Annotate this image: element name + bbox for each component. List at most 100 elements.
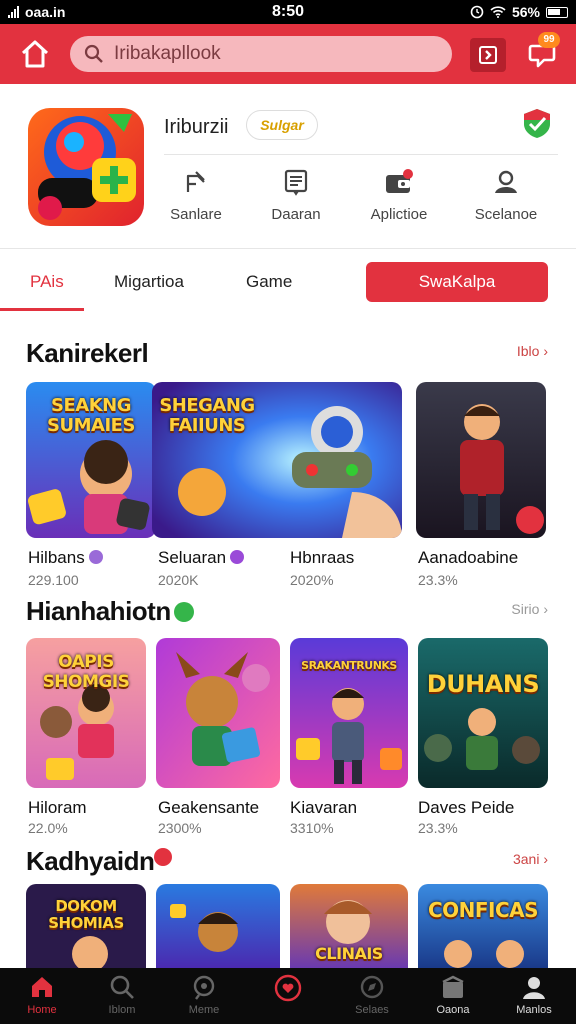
- scan-icon: [479, 46, 497, 64]
- home-icon: [32, 977, 52, 997]
- card-title[interactable]: Aanadoabine: [418, 548, 518, 568]
- cover-title: CLINAIS: [315, 944, 383, 963]
- subscribe-button[interactable]: SwaKalpa: [366, 262, 548, 302]
- card-title[interactable]: Hiloram: [28, 798, 87, 818]
- nav-label: Meme: [188, 1004, 220, 1016]
- share-icon: [186, 171, 205, 192]
- section-see-all-link[interactable]: 3ani ›: [513, 851, 548, 867]
- heart-icon: [274, 974, 302, 1002]
- nav-item-home[interactable]: Home: [2, 974, 82, 1016]
- chevron-right-icon: ›: [543, 601, 548, 617]
- nav-item-meme[interactable]: Meme: [164, 974, 244, 1016]
- tab-game[interactable]: Game: [246, 272, 292, 292]
- clock: 8:50: [271, 3, 305, 20]
- cover-title: DOKOM SHOMIAS: [48, 897, 124, 932]
- chevron-right-icon: ›: [543, 343, 548, 359]
- card-meta: 23.3%: [418, 572, 458, 588]
- game-card[interactable]: SHEGANG FAIIUNS: [152, 382, 402, 538]
- home-icon[interactable]: [18, 38, 52, 70]
- search-icon: [110, 975, 134, 999]
- card-meta: 22.0%: [28, 820, 68, 836]
- quick-action-share[interactable]: Sanlare: [146, 168, 246, 228]
- quick-action-wallet[interactable]: Aplictioe: [349, 168, 449, 228]
- verified-icon: [88, 550, 103, 564]
- app-name: Iriburzii: [164, 116, 229, 138]
- cover-title: SEAKNG SUMAIES: [47, 395, 135, 436]
- chevron-right-icon: ›: [543, 851, 548, 867]
- tab-pais[interactable]: PAis: [30, 272, 64, 292]
- section-see-all-link[interactable]: Iblo ›: [517, 343, 548, 359]
- nav-label: Selaes: [355, 1004, 389, 1016]
- notification-badge: 99: [538, 32, 560, 48]
- nav-item-search[interactable]: Iblom: [82, 974, 162, 1016]
- section-title: Kanirekerl: [26, 338, 149, 368]
- quick-action-profile[interactable]: Scelanoe: [456, 168, 556, 228]
- cover-title: SRAKANTRUNKS: [301, 659, 397, 672]
- section-divider: [0, 248, 576, 249]
- quick-action-document[interactable]: Daaran: [246, 168, 346, 228]
- game-card[interactable]: [156, 638, 280, 788]
- nav-label: Home: [27, 1004, 57, 1016]
- game-card[interactable]: OAPIS SHOMGIS: [26, 638, 146, 788]
- card-title[interactable]: Geakensante: [158, 798, 259, 818]
- game-card[interactable]: CLINAIS: [290, 884, 408, 968]
- tab-migartioa[interactable]: Migartioa: [114, 272, 184, 292]
- document-icon: [284, 169, 308, 196]
- game-card[interactable]: CONFICAS: [418, 884, 548, 968]
- card-title[interactable]: Seluaran: [158, 548, 245, 568]
- card-title[interactable]: Daves Peide: [418, 798, 514, 818]
- search-input[interactable]: Iribakapllook: [70, 36, 452, 72]
- explore-icon: [360, 975, 384, 999]
- card-meta: 2300%: [158, 820, 202, 836]
- scan-button[interactable]: [470, 38, 506, 72]
- section-see-all-link[interactable]: Sirio ›: [511, 601, 548, 617]
- app-bar: Iribakapllook: [0, 24, 576, 84]
- game-card[interactable]: [156, 884, 280, 968]
- quick-action-label: Scelanoe: [474, 206, 538, 223]
- cover-title: DUHANS: [426, 670, 540, 698]
- profile-icon: [495, 170, 517, 193]
- bottom-nav: Home Iblom Meme Selaes Oaona Manlos: [0, 968, 576, 1024]
- verified-shield-icon[interactable]: [520, 106, 554, 140]
- nav-item-selaes[interactable]: Selaes: [332, 974, 412, 1016]
- game-card[interactable]: DOKOM SHOMIAS: [26, 884, 146, 968]
- battery-icon: [546, 6, 568, 18]
- cover-title: OAPIS SHOMGIS: [42, 652, 130, 692]
- section-title: Kadhyaidn: [26, 846, 155, 876]
- header-divider: [164, 154, 558, 155]
- section-title: Hianhahiotn: [26, 596, 171, 626]
- card-meta: 23.3%: [418, 820, 458, 836]
- wifi-icon: [490, 6, 506, 18]
- card-meta: 3310%: [290, 820, 334, 836]
- tab-underline: [0, 308, 84, 311]
- card-title[interactable]: Hilbans: [28, 548, 103, 568]
- card-title[interactable]: Hbnraas: [290, 548, 354, 568]
- nav-label: Manlos: [516, 1004, 552, 1016]
- game-card[interactable]: DUHANS: [418, 638, 548, 788]
- search-icon: [84, 44, 103, 63]
- quick-action-label: Sanlare: [170, 206, 222, 223]
- promo-badge[interactable]: Sulgar: [246, 110, 318, 140]
- game-card[interactable]: [416, 382, 546, 538]
- status-dot-icon: [174, 602, 194, 622]
- game-card[interactable]: SEAKNG SUMAIES: [26, 382, 156, 538]
- card-meta: 2020K: [158, 572, 199, 588]
- gift-icon: [154, 848, 172, 866]
- profile-icon: [523, 977, 545, 999]
- nav-label: Iblom: [108, 1004, 136, 1016]
- battery-percent: 56%: [511, 4, 540, 20]
- search-placeholder: Iribakapllook: [114, 43, 221, 64]
- quick-action-label: Daaran: [271, 206, 321, 223]
- verified-icon: [230, 550, 245, 564]
- cover-title: SHEGANG FAIIUNS: [159, 395, 255, 436]
- game-card[interactable]: SRAKANTRUNKS: [290, 638, 408, 788]
- card-title[interactable]: Kiavaran: [290, 798, 357, 818]
- status-bar: oaa.in 8:50 56%: [0, 0, 576, 24]
- app-icon[interactable]: [28, 108, 144, 226]
- store-icon: [442, 975, 464, 998]
- nav-item-oaona[interactable]: Oaona: [413, 974, 493, 1016]
- nav-item-profile[interactable]: Manlos: [494, 974, 574, 1016]
- nav-item-favorite[interactable]: [248, 974, 328, 1006]
- chat-icon: [193, 975, 215, 1000]
- alarm-icon: [470, 5, 484, 19]
